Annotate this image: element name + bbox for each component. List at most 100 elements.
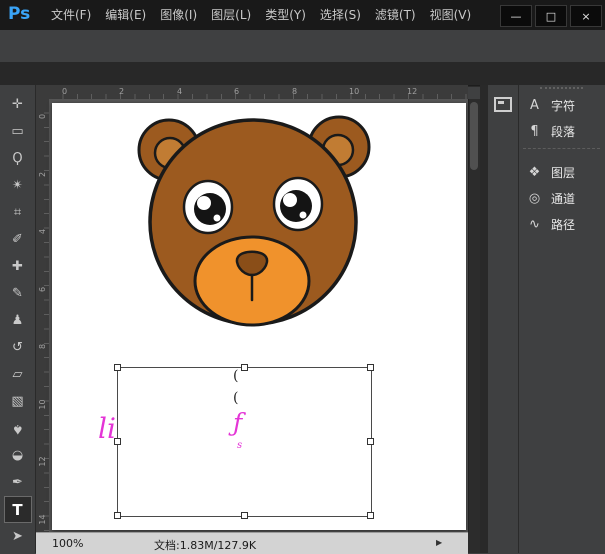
- photoshop-logo: Ps: [8, 4, 30, 24]
- path-selection-icon: ➤: [12, 529, 23, 544]
- document-tab-bar: » 未标题-1.psd @ 100% ( （ ，RGB/8) * × ≡: [0, 62, 605, 86]
- transform-handle-bottom-center[interactable]: [241, 512, 248, 519]
- tool-path-selection-button[interactable]: ➤: [4, 523, 32, 550]
- panel-label: 段落: [551, 123, 575, 140]
- zoom-level-field[interactable]: 100%: [52, 537, 83, 550]
- layers-panel-icon: ❖: [527, 165, 542, 180]
- tool-blur-button[interactable]: ♠: [4, 415, 32, 442]
- bear-left-pupil: [194, 193, 226, 225]
- ruler-mark: 14: [38, 513, 47, 526]
- canvas-text-glyph: ƒ: [233, 408, 242, 437]
- panel-label: 字符: [551, 97, 575, 114]
- ruler-mark: 0: [38, 110, 47, 123]
- tool-brush-button[interactable]: ✎: [4, 280, 32, 307]
- tools-panel: ✛ ▭ Ϙ ✴ ⌗ ✐ ✚ ✎ ♟ ↺ ▱ ▧ ♠ ◒ ✒ T ➤: [0, 85, 36, 553]
- tool-gradient-button[interactable]: ▧: [4, 388, 32, 415]
- ruler-mark: 10: [349, 87, 359, 96]
- pen-icon: ✒: [12, 475, 23, 490]
- panel-button-paragraph[interactable]: ¶ 段落: [518, 118, 605, 144]
- eyedropper-icon: ✐: [12, 232, 23, 247]
- tool-eyedropper-button[interactable]: ✐: [4, 226, 32, 253]
- transform-handle-bottom-right[interactable]: [367, 512, 374, 519]
- menu-bar: Ps 文件(F) 编辑(E) 图像(I) 图层(L) 类型(Y) 选择(S) 滤…: [0, 0, 605, 31]
- transform-handle-middle-right[interactable]: [367, 438, 374, 445]
- text-transform-box[interactable]: [117, 367, 372, 517]
- tool-healing-brush-button[interactable]: ✚: [4, 253, 32, 280]
- canvas-text-glyph: li: [98, 412, 116, 445]
- ruler-mark: 8: [38, 340, 47, 353]
- brush-icon: ✎: [12, 286, 23, 301]
- ruler-mark: 0: [62, 87, 67, 96]
- paths-panel-icon: ∿: [527, 217, 542, 232]
- tool-type-button[interactable]: T: [4, 496, 32, 523]
- close-icon: ×: [581, 10, 590, 23]
- paragraph-panel-icon: ¶: [527, 124, 542, 139]
- healing-brush-icon: ✚: [12, 259, 23, 274]
- menu-type[interactable]: 类型(Y): [258, 0, 313, 30]
- type-tool-icon: T: [12, 501, 22, 519]
- scrollbar-corner: [468, 532, 480, 553]
- eye-highlight: [283, 193, 297, 207]
- channels-panel-icon: ◎: [527, 191, 542, 206]
- canvas-text-glyph: (: [233, 368, 238, 384]
- menu-file[interactable]: 文件(F): [44, 0, 98, 30]
- transform-handle-bottom-left[interactable]: [114, 512, 121, 519]
- blur-drop-icon: ♠: [12, 421, 24, 436]
- bear-nose: [237, 252, 267, 275]
- ruler-mark: 12: [38, 455, 47, 468]
- canvas-text-glyph: (: [233, 390, 238, 406]
- ruler-mark: 2: [38, 168, 47, 181]
- tool-magic-wand-button[interactable]: ✴: [4, 172, 32, 199]
- ruler-corner: [36, 85, 50, 100]
- menu-view[interactable]: 视图(V): [423, 0, 479, 30]
- panel-button-paths[interactable]: ∿ 路径: [518, 211, 605, 237]
- eye-highlight: [197, 196, 211, 210]
- canvas-text-glyph: s: [237, 440, 242, 451]
- maximize-button[interactable]: □: [535, 5, 567, 27]
- panel-button-layers[interactable]: ❖ 图层: [518, 159, 605, 185]
- vertical-scrollbar-thumb[interactable]: [470, 102, 478, 170]
- panel-button-channels[interactable]: ◎ 通道: [518, 185, 605, 211]
- move-icon: ✛: [12, 97, 23, 112]
- ruler-mark: 4: [177, 87, 182, 96]
- menu-edit[interactable]: 编辑(E): [98, 0, 153, 30]
- clone-stamp-icon: ♟: [12, 313, 24, 328]
- minimize-button[interactable]: —: [500, 5, 532, 27]
- menu-filter[interactable]: 滤镜(T): [368, 0, 423, 30]
- menu-select[interactable]: 选择(S): [313, 0, 368, 30]
- status-popup-arrow-icon[interactable]: ▶: [436, 538, 442, 547]
- tool-lasso-button[interactable]: Ϙ: [4, 145, 32, 172]
- tool-clone-stamp-button[interactable]: ♟: [4, 307, 32, 334]
- ruler-mark: 12: [407, 87, 417, 96]
- eye-highlight: [300, 212, 307, 219]
- panel-button-column: A 字符 ¶ 段落 ❖ 图层 ◎ 通道 ∿ 路径: [518, 85, 605, 553]
- ruler-mark: 8: [292, 87, 297, 96]
- collapsed-panel-button[interactable]: [492, 93, 514, 115]
- tool-crop-button[interactable]: ⌗: [4, 199, 32, 226]
- tool-eraser-button[interactable]: ▱: [4, 361, 32, 388]
- transform-handle-top-center[interactable]: [241, 364, 248, 371]
- right-panel-dock: A 字符 ¶ 段落 ❖ 图层 ◎ 通道 ∿ 路径: [480, 85, 605, 553]
- collapsed-icon-column: [488, 85, 519, 553]
- transform-handle-top-left[interactable]: [114, 364, 121, 371]
- bear-right-pupil: [280, 190, 312, 222]
- ruler-mark: 10: [38, 398, 47, 411]
- tool-marquee-button[interactable]: ▭: [4, 118, 32, 145]
- tool-move-button[interactable]: ✛: [4, 91, 32, 118]
- menu-layer[interactable]: 图层(L): [204, 0, 258, 30]
- transform-handle-top-right[interactable]: [367, 364, 374, 371]
- tool-pen-button[interactable]: ✒: [4, 469, 32, 496]
- eraser-icon: ▱: [13, 367, 23, 382]
- panel-label: 图层: [551, 164, 575, 181]
- tool-history-brush-button[interactable]: ↺: [4, 334, 32, 361]
- tool-dodge-button[interactable]: ◒: [4, 442, 32, 469]
- marquee-icon: ▭: [11, 124, 23, 139]
- lasso-icon: Ϙ: [12, 151, 22, 166]
- vertical-ruler: 0 2 4 6 8 10 12 14: [36, 99, 50, 532]
- minimize-icon: —: [511, 10, 522, 23]
- close-button[interactable]: ×: [570, 5, 602, 27]
- eye-highlight: [214, 215, 221, 222]
- menu-image[interactable]: 图像(I): [153, 0, 204, 30]
- magic-wand-icon: ✴: [12, 178, 23, 193]
- panel-button-character[interactable]: A 字符: [518, 92, 605, 118]
